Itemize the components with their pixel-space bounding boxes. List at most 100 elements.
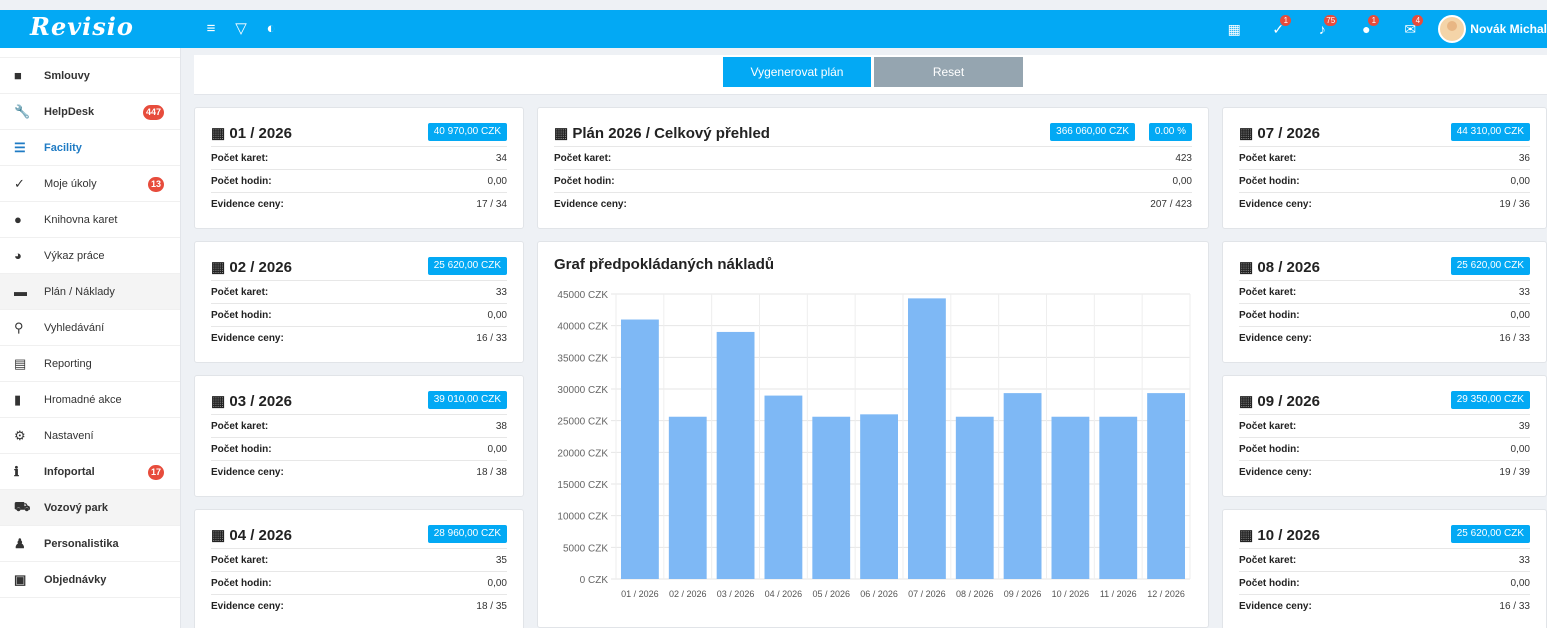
bar[interactable] bbox=[1051, 416, 1090, 579]
filter-icon[interactable]: ▽ bbox=[233, 20, 249, 38]
y-tick-label: 20000 CZK bbox=[557, 448, 608, 459]
row-hours: Počet hodin: 0,00 bbox=[1239, 437, 1530, 460]
reset-button[interactable]: Reset bbox=[874, 57, 1023, 87]
bar[interactable] bbox=[1147, 393, 1185, 579]
row-evidence: Evidence ceny: 16 / 33 bbox=[211, 326, 507, 349]
y-tick-label: 15000 CZK bbox=[557, 480, 608, 491]
sidebar-item-label: Moje úkoly bbox=[44, 177, 97, 190]
month-amount-badge: 25 620,00 CZK bbox=[427, 257, 507, 275]
sidebar-item-vozový-park[interactable]: ⛟ Vozový park bbox=[0, 490, 180, 526]
sidebar-item-smlouvy[interactable]: ■ Smlouvy bbox=[0, 58, 180, 94]
month-title: ▦ 04 / 2026 bbox=[211, 527, 292, 544]
calendar-icon: ▦ bbox=[211, 527, 226, 544]
user-name[interactable]: Novák Michal bbox=[1470, 22, 1547, 36]
calendar-icon: ▦ bbox=[1239, 259, 1254, 276]
sidebar-item-moje-úkoly[interactable]: ✓ Moje úkoly 13 bbox=[0, 166, 180, 202]
sidebar-item-hromadné-akce[interactable]: ▮ Hromadné akce bbox=[0, 382, 180, 418]
sidebar-item-label: HelpDesk bbox=[44, 105, 95, 118]
x-tick-label: 11 / 2026 bbox=[1100, 589, 1137, 599]
cost-bar-chart: 0 CZK 5000 CZK 10000 CZK 15000 CZK 20000 CZK… bbox=[557, 290, 1191, 599]
sidebar-item-label: Knihovna karet bbox=[44, 213, 118, 226]
bar[interactable] bbox=[621, 319, 659, 579]
menu-icon[interactable]: ≡ bbox=[203, 20, 219, 38]
bar[interactable] bbox=[860, 414, 898, 579]
car-icon: ⛟ bbox=[14, 498, 31, 514]
notification-badge: 1 bbox=[1280, 14, 1292, 26]
y-tick-label: 0 CZK bbox=[580, 575, 609, 586]
navbar-right: ▦ ✓ 1 ♪ 75 ● 1 ✉ 4 Novák Michal bbox=[1212, 10, 1547, 48]
user-check-icon: ♟ bbox=[14, 535, 26, 551]
month-title: ▦ 01 / 2026 bbox=[211, 125, 292, 142]
summary-row-cards: Počet karet: 423 bbox=[554, 146, 1192, 169]
month-card: ▦ 07 / 2026 44 310,00 CZK Počet karet: 36 Po… bbox=[1222, 107, 1547, 229]
bar[interactable] bbox=[1099, 416, 1138, 579]
chart-title: Graf předpokládaných nákladů bbox=[554, 256, 775, 273]
app-logo[interactable]: Revisio bbox=[30, 12, 134, 41]
cart-icon: ▣ bbox=[14, 571, 27, 587]
row-hours: Počet hodin: 0,00 bbox=[211, 303, 507, 326]
sidebar-item-label: Objednávky bbox=[44, 573, 107, 586]
bar[interactable] bbox=[812, 416, 851, 579]
notification-badge: 4 bbox=[1412, 14, 1424, 26]
sidebar-item-knihovna-karet[interactable]: ● Knihovna karet bbox=[0, 202, 180, 238]
mail-notification[interactable]: ✉ 4 bbox=[1388, 14, 1432, 38]
sidebar-item-objednávky[interactable]: ▣ Objednávky bbox=[0, 562, 180, 598]
row-cards: Počet karet: 33 bbox=[1239, 280, 1530, 303]
bar[interactable] bbox=[1003, 393, 1042, 579]
row-evidence: Evidence ceny: 17 / 34 bbox=[211, 192, 507, 215]
sidebar-item-vyhledávání[interactable]: ⚲ Vyhledávání bbox=[0, 310, 180, 346]
toggle-icon[interactable]: ◐ bbox=[263, 20, 279, 38]
sidebar-item-label: Nastavení bbox=[44, 429, 94, 442]
bar[interactable] bbox=[716, 331, 755, 579]
bar[interactable] bbox=[955, 416, 994, 579]
bar[interactable] bbox=[908, 298, 946, 579]
row-cards: Počet karet: 33 bbox=[1239, 548, 1530, 571]
summary-amount-badge: 366 060,00 CZK bbox=[1050, 123, 1135, 141]
month-amount-badge: 29 350,00 CZK bbox=[1450, 391, 1530, 409]
chat-notification[interactable]: ● 1 bbox=[1344, 14, 1388, 38]
row-cards: Počet karet: 33 bbox=[211, 280, 507, 303]
bell-notification[interactable]: ♪ 75 bbox=[1300, 14, 1344, 38]
folder-icon: ■ bbox=[14, 68, 22, 83]
database-icon: ● bbox=[14, 212, 22, 227]
calendar-icon: ▦ bbox=[211, 125, 226, 142]
y-tick-label: 30000 CZK bbox=[557, 385, 608, 396]
month-amount-badge: 25 620,00 CZK bbox=[1450, 257, 1530, 275]
money-icon: ▬ bbox=[14, 284, 27, 299]
sidebar-item-reporting[interactable]: ▤ Reporting bbox=[0, 346, 180, 382]
summary-percent-badge: 0.00 % bbox=[1148, 123, 1192, 141]
sidebar-item-personalistika[interactable]: ♟ Personalistika bbox=[0, 526, 180, 562]
row-hours: Počet hodin: 0,00 bbox=[211, 437, 507, 460]
sidebar-item-label: Reporting bbox=[44, 357, 92, 370]
x-tick-label: 01 / 2026 bbox=[621, 589, 659, 599]
notification-badge: 1 bbox=[1368, 14, 1380, 26]
user-avatar[interactable] bbox=[1438, 15, 1467, 43]
sidebar-scrolled-item bbox=[0, 48, 180, 58]
sidebar-item-nastavení[interactable]: ⚙ Nastavení bbox=[0, 418, 180, 454]
sidebar-item-infoportal[interactable]: ℹ Infoportal 17 bbox=[0, 454, 180, 490]
sidebar-item-label: Facility bbox=[44, 141, 82, 154]
x-tick-label: 08 / 2026 bbox=[956, 589, 994, 599]
bar[interactable] bbox=[668, 416, 707, 579]
calendar-notification[interactable]: ▦ bbox=[1212, 21, 1256, 38]
month-card: ▦ 04 / 2026 28 960,00 CZK Počet karet: 35 Po… bbox=[194, 509, 524, 628]
generate-plan-button[interactable]: Vygenerovat plán bbox=[723, 57, 871, 87]
sidebar-item-plán-náklady[interactable]: ▬ Plán / Náklady bbox=[0, 274, 180, 310]
month-card: ▦ 09 / 2026 29 350,00 CZK Počet karet: 39 Po… bbox=[1222, 375, 1547, 497]
sidebar-item-label: Infoportal bbox=[44, 465, 95, 478]
sidebar-item-facility[interactable]: ☰ Facility bbox=[0, 130, 180, 166]
y-tick-label: 25000 CZK bbox=[557, 417, 608, 428]
x-tick-label: 07 / 2026 bbox=[908, 589, 946, 599]
x-tick-label: 12 / 2026 bbox=[1147, 589, 1185, 599]
tasks-notification[interactable]: ✓ 1 bbox=[1256, 14, 1300, 38]
sidebar-item-label: Personalistika bbox=[44, 537, 119, 550]
report-icon: ▤ bbox=[14, 355, 27, 371]
sidebar-item-výkaz-práce[interactable]: ◕ Výkaz práce bbox=[0, 238, 180, 274]
bar[interactable] bbox=[764, 395, 803, 579]
month-card: ▦ 01 / 2026 40 970,00 CZK Počet karet: 34 Po… bbox=[194, 107, 524, 229]
sidebar-item-label: Smlouvy bbox=[44, 69, 90, 82]
x-tick-label: 06 / 2026 bbox=[860, 589, 898, 599]
row-evidence: Evidence ceny: 19 / 36 bbox=[1239, 192, 1530, 215]
summary-title: ▦ Plán 2026 / Celkový přehled bbox=[554, 125, 770, 142]
sidebar-item-helpdesk[interactable]: 🔧 HelpDesk 447 bbox=[0, 94, 180, 130]
